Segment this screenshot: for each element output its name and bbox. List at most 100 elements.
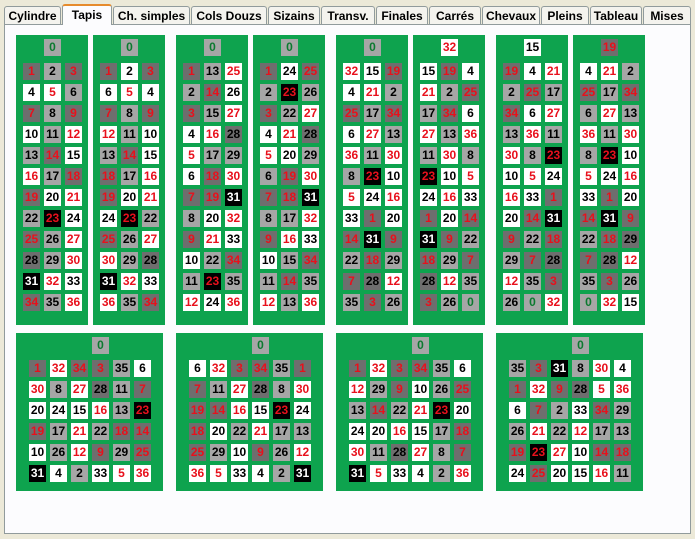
number-cell[interactable]: 17 — [273, 423, 290, 440]
number-cell[interactable]: 19 — [509, 444, 526, 461]
number-cell[interactable]: 11 — [121, 126, 138, 143]
number-cell[interactable]: 3 — [183, 105, 200, 122]
number-cell[interactable]: 9 — [65, 105, 82, 122]
number-cell[interactable]: 26 — [121, 231, 138, 248]
number-cell[interactable]: 25 — [225, 63, 242, 80]
number-cell[interactable]: 21 — [65, 189, 82, 206]
number-cell[interactable]: 6 — [524, 105, 541, 122]
number-cell[interactable]: 4 — [260, 126, 277, 143]
number-cell[interactable]: 14 — [44, 147, 61, 164]
number-cell[interactable]: 30 — [100, 252, 117, 269]
number-cell[interactable]: 15 — [252, 402, 269, 419]
number-cell[interactable]: 17 — [364, 105, 381, 122]
number-cell[interactable]: 35 — [121, 294, 138, 311]
number-cell[interactable]: 27 — [412, 444, 429, 461]
number-cell[interactable]: 23 — [601, 147, 618, 164]
number-cell[interactable]: 32 — [530, 381, 547, 398]
number-cell[interactable]: 7 — [454, 444, 471, 461]
number-cell[interactable]: 11 — [545, 126, 562, 143]
number-cell[interactable]: 16 — [385, 189, 402, 206]
number-cell[interactable]: 16 — [92, 402, 109, 419]
number-cell[interactable]: 11 — [370, 444, 387, 461]
number-cell[interactable]: 32 — [44, 273, 61, 290]
number-cell[interactable]: 32 — [545, 294, 562, 311]
number-cell[interactable]: 5 — [524, 168, 541, 185]
number-cell[interactable]: 26 — [273, 444, 290, 461]
number-cell[interactable]: 4 — [462, 63, 479, 80]
number-cell[interactable]: 15 — [412, 423, 429, 440]
number-cell[interactable]: 34 — [593, 402, 610, 419]
number-cell[interactable]: 18 — [614, 444, 631, 461]
number-cell[interactable]: 18 — [65, 168, 82, 185]
number-cell[interactable]: 33 — [231, 465, 248, 482]
number-cell[interactable]: 33 — [142, 273, 159, 290]
number-cell[interactable]: 28 — [601, 252, 618, 269]
number-cell[interactable]: 30 — [29, 381, 46, 398]
number-cell[interactable]: 17 — [44, 168, 61, 185]
number-cell[interactable]: 26 — [622, 273, 639, 290]
number-cell[interactable]: 5 — [580, 168, 597, 185]
number-cell[interactable]: 27 — [302, 105, 319, 122]
number-cell[interactable]: 9 — [622, 210, 639, 227]
number-cell[interactable]: 12 — [622, 252, 639, 269]
number-cell[interactable]: 1 — [260, 63, 277, 80]
number-cell[interactable]: 1 — [100, 63, 117, 80]
number-cell[interactable]: 5 — [462, 168, 479, 185]
number-cell[interactable]: 4 — [183, 126, 200, 143]
number-cell[interactable]: 20 — [454, 402, 471, 419]
number-cell[interactable]: 36 — [454, 465, 471, 482]
number-cell[interactable]: 4 — [343, 84, 360, 101]
number-cell[interactable]: 33 — [302, 231, 319, 248]
number-cell[interactable]: 8 — [572, 360, 589, 377]
number-cell[interactable]: 12 — [441, 273, 458, 290]
number-cell[interactable]: 27 — [71, 381, 88, 398]
number-cell[interactable]: 23 — [420, 168, 437, 185]
number-cell[interactable]: 26 — [50, 444, 67, 461]
number-cell[interactable]: 13 — [441, 126, 458, 143]
tab-cols-douzs[interactable]: Cols Douzs — [191, 6, 267, 24]
number-cell[interactable]: 14 — [343, 231, 360, 248]
number-cell[interactable]: 18 — [420, 252, 437, 269]
number-cell[interactable]: 20 — [210, 423, 227, 440]
number-cell[interactable]: 35 — [44, 294, 61, 311]
number-cell[interactable]: 28 — [92, 381, 109, 398]
number-cell[interactable]: 8 — [433, 444, 450, 461]
number-cell[interactable]: 33 — [92, 465, 109, 482]
number-cell[interactable]: 25 — [302, 63, 319, 80]
number-cell[interactable]: 20 — [503, 210, 520, 227]
number-cell[interactable]: 22 — [142, 210, 159, 227]
zero-cell[interactable]: 0 — [572, 337, 589, 354]
tab-sizains[interactable]: Sizains — [268, 6, 320, 24]
number-cell[interactable]: 34 — [503, 105, 520, 122]
number-cell[interactable]: 24 — [349, 423, 366, 440]
number-cell[interactable]: 6 — [100, 84, 117, 101]
number-cell[interactable]: 6 — [580, 105, 597, 122]
number-cell[interactable]: 11 — [601, 126, 618, 143]
tab-tapis[interactable]: Tapis — [62, 4, 112, 25]
number-cell[interactable]: 15 — [622, 294, 639, 311]
number-cell[interactable]: 30 — [503, 147, 520, 164]
number-cell[interactable]: 25 — [462, 84, 479, 101]
tab-chevaux[interactable]: Chevaux — [482, 6, 540, 24]
number-cell[interactable]: 30 — [441, 147, 458, 164]
number-cell[interactable]: 36 — [225, 294, 242, 311]
number-cell[interactable]: 12 — [349, 381, 366, 398]
number-cell[interactable]: 14 — [204, 84, 221, 101]
number-cell[interactable]: 7 — [183, 189, 200, 206]
number-cell[interactable]: 29 — [121, 252, 138, 269]
number-cell[interactable]: 22 — [231, 423, 248, 440]
number-cell[interactable]: 34 — [412, 360, 429, 377]
number-cell[interactable]: 36 — [100, 294, 117, 311]
number-cell[interactable]: 17 — [601, 84, 618, 101]
number-cell[interactable]: 12 — [294, 444, 311, 461]
tab-ch-simples[interactable]: Ch. simples — [113, 6, 190, 24]
number-cell[interactable]: 4 — [50, 465, 67, 482]
number-cell[interactable]: 21 — [252, 423, 269, 440]
number-cell[interactable]: 16 — [593, 465, 610, 482]
number-cell[interactable]: 12 — [65, 126, 82, 143]
number-cell[interactable]: 13 — [281, 294, 298, 311]
number-cell[interactable]: 0 — [580, 294, 597, 311]
number-cell[interactable]: 5 — [113, 465, 130, 482]
number-cell[interactable]: 6 — [260, 168, 277, 185]
number-cell[interactable]: 13 — [503, 126, 520, 143]
